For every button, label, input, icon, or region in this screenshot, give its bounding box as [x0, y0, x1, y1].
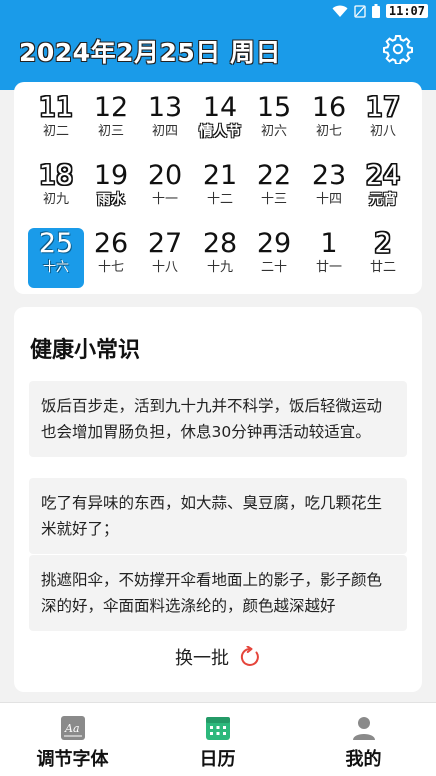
calendar-day[interactable]: 14 情人节	[192, 92, 248, 152]
tip-item: 饭后百步走，活到九十九并不科学，饭后轻微运动也会增加胃肠负担，休息30分钟再活动…	[29, 381, 407, 457]
calendar-day[interactable]: 27 十八	[137, 228, 193, 288]
health-title: 健康小常识	[30, 338, 141, 363]
day-lunar: 初四	[151, 124, 178, 139]
calendar-day[interactable]: 2 廿二	[355, 228, 411, 288]
font-size-icon: Aa	[60, 716, 85, 740]
day-lunar: 十七	[97, 260, 124, 275]
day-lunar: 廿一	[315, 260, 342, 275]
nav-font-size[interactable]: Aa 调节字体	[0, 703, 145, 776]
day-number: 16	[311, 92, 347, 123]
calendar-icon	[205, 717, 230, 740]
health-tips-card: 健康小常识 饭后百步走，活到九十九并不科学，饭后轻微运动也会增加胃肠负担，休息3…	[14, 307, 422, 692]
calendar-day[interactable]: 18 初九	[28, 160, 84, 220]
battery-icon	[371, 4, 380, 18]
day-lunar: 初九	[42, 192, 69, 207]
day-festival: 情人节	[199, 124, 241, 140]
day-number: 19	[93, 160, 129, 191]
day-lunar: 初二	[42, 124, 69, 139]
day-number: 18	[38, 160, 74, 191]
calendar-week-row: 18 初九 19 雨水 20 十一 21 十二 22 十三 23 十四 24 元宵	[28, 160, 420, 220]
refresh-label: 换一批	[175, 648, 229, 669]
nav-label: 日历	[199, 749, 236, 770]
day-lunar: 初八	[369, 124, 396, 139]
day-lunar: 二十	[260, 260, 287, 275]
day-lunar: 十三	[260, 192, 287, 207]
day-number: 23	[311, 160, 347, 191]
calendar-day[interactable]: 26 十七	[83, 228, 139, 288]
day-lunar: 初六	[260, 124, 287, 139]
calendar-day[interactable]: 12 初三	[83, 92, 139, 152]
day-number: 2	[374, 228, 392, 259]
day-number: 17	[365, 92, 401, 123]
day-lunar: 十九	[206, 260, 233, 275]
settings-button[interactable]	[382, 33, 414, 65]
nav-profile[interactable]: 我的	[291, 703, 436, 776]
calendar-day[interactable]: 20 十一	[137, 160, 193, 220]
day-number: 22	[256, 160, 292, 191]
day-number: 20	[147, 160, 183, 191]
day-festival: 雨水	[97, 192, 125, 208]
status-bar: 11:07	[332, 2, 428, 20]
user-icon	[352, 717, 375, 740]
day-lunar: 十四	[315, 192, 342, 207]
day-lunar: 十八	[151, 260, 178, 275]
day-number: 24	[365, 160, 401, 191]
day-number: 21	[202, 160, 238, 191]
calendar-day[interactable]: 24 元宵	[355, 160, 411, 220]
day-number: 29	[256, 228, 292, 259]
calendar-day-selected[interactable]: 25 十六	[28, 228, 84, 288]
day-number: 27	[147, 228, 183, 259]
calendar-day[interactable]: 13 初四	[137, 92, 193, 152]
refresh-icon	[240, 646, 259, 666]
day-festival: 元宵	[369, 192, 397, 208]
wifi-icon	[332, 5, 348, 17]
app-header: 11:07 2024年2月25日 周日	[0, 0, 436, 90]
calendar-week-row: 25 十六 26 十七 27 十八 28 十九 29 二十 1 廿一 2 廿二	[28, 228, 420, 288]
tip-item: 挑遮阳伞，不妨撑开伞看地面上的影子，影子颜色深的好，伞面面料选涤纶的，颜色越深越…	[29, 555, 407, 631]
calendar-day[interactable]: 22 十三	[246, 160, 302, 220]
day-number: 12	[93, 92, 129, 123]
nav-label: 调节字体	[36, 749, 109, 770]
gear-icon	[383, 35, 413, 64]
calendar-day[interactable]: 23 十四	[301, 160, 357, 220]
calendar-day[interactable]: 17 初八	[355, 92, 411, 152]
calendar-day[interactable]: 1 廿一	[301, 228, 357, 288]
svg-text:Aa: Aa	[64, 722, 80, 735]
calendar-day[interactable]: 29 二十	[246, 228, 302, 288]
calendar-day[interactable]: 16 初七	[301, 92, 357, 152]
calendar-day[interactable]: 15 初六	[246, 92, 302, 152]
calendar-day[interactable]: 11 初二	[28, 92, 84, 152]
day-lunar: 初三	[97, 124, 124, 139]
signal-off-icon	[354, 4, 366, 18]
calendar-day[interactable]: 21 十二	[192, 160, 248, 220]
nav-calendar[interactable]: 日历	[145, 703, 290, 776]
day-number: 13	[147, 92, 183, 123]
day-number: 1	[320, 228, 338, 259]
day-lunar: 十六	[42, 260, 69, 275]
page-title: 2024年2月25日 周日	[19, 38, 281, 67]
calendar-day[interactable]: 28 十九	[192, 228, 248, 288]
day-number: 28	[202, 228, 238, 259]
day-number: 15	[256, 92, 292, 123]
calendar-week-row: 11 初二 12 初三 13 初四 14 情人节 15 初六 16 初七 17 初八	[28, 92, 420, 152]
day-number: 25	[38, 228, 74, 259]
day-lunar: 廿二	[369, 260, 396, 275]
day-number: 26	[93, 228, 129, 259]
day-number: 11	[38, 92, 74, 123]
calendar-day[interactable]: 19 雨水	[83, 160, 139, 220]
refresh-button[interactable]: 换一批	[14, 643, 422, 671]
day-lunar: 初七	[315, 124, 342, 139]
tip-item: 吃了有异味的东西，如大蒜、臭豆腐，吃几颗花生米就好了；	[29, 478, 407, 554]
status-time: 11:07	[385, 4, 428, 18]
day-lunar: 十一	[151, 192, 178, 207]
day-number: 14	[202, 92, 238, 123]
calendar-card: 11 初二 12 初三 13 初四 14 情人节 15 初六 16 初七 17 初八 18 初九 19 雨水 20 十…	[14, 82, 422, 294]
nav-label: 我的	[345, 749, 382, 770]
day-lunar: 十二	[206, 192, 233, 207]
bottom-nav: Aa 调节字体 日历 我的	[0, 702, 436, 776]
